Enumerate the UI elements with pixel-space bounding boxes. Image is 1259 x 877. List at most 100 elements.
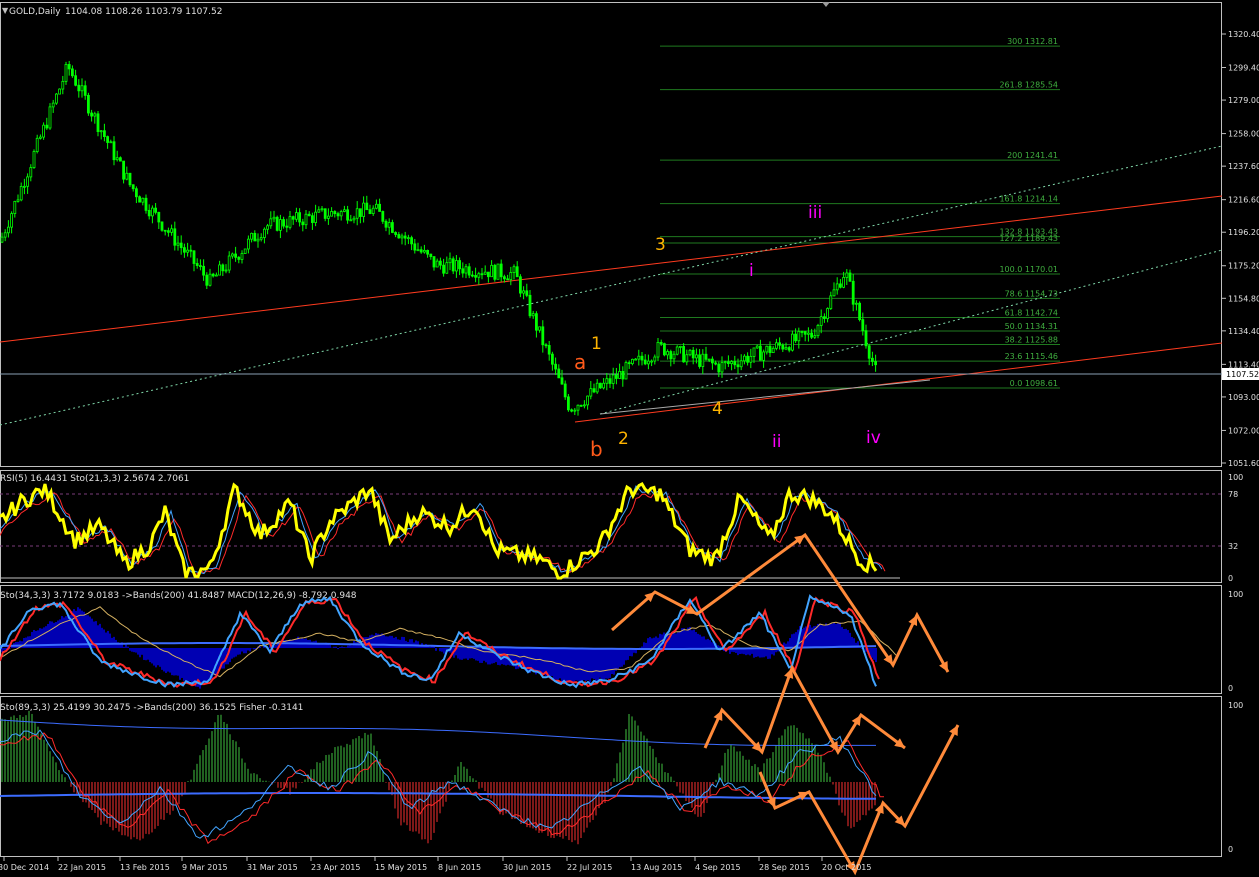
candle-body — [13, 200, 17, 214]
time-axis-label: 22 Jul 2015 — [567, 863, 612, 872]
candle-body — [759, 345, 762, 361]
candle-body — [378, 203, 382, 212]
candle-body — [326, 215, 330, 219]
candle-body — [189, 249, 193, 252]
candle-body — [874, 361, 877, 366]
current-price-label: 1107.52 — [1226, 370, 1259, 379]
candle-body — [775, 342, 778, 349]
candle-body — [29, 167, 33, 178]
candle-body — [163, 229, 167, 232]
price-axis-label: 1175.20 — [1228, 262, 1259, 271]
candle-body — [134, 188, 138, 198]
candle-body — [794, 333, 797, 342]
candle-body — [339, 211, 343, 217]
candle-body — [464, 266, 468, 274]
candle-body — [499, 263, 503, 278]
fisher-axis-label: 0 — [1228, 845, 1233, 854]
candle-body — [810, 332, 813, 338]
candle-body — [765, 345, 769, 353]
candle-body — [365, 202, 369, 211]
candle-body — [438, 260, 442, 266]
candle-body — [583, 404, 586, 407]
candle-body — [147, 209, 151, 217]
time-axis-label: 8 Jun 2015 — [438, 863, 481, 872]
candle-body — [221, 264, 225, 272]
fisher-panel — [0, 696, 1222, 857]
wave-label-ii: ii — [772, 432, 781, 452]
candle-body — [599, 382, 602, 389]
time-axis-label: 4 Sep 2015 — [695, 863, 741, 872]
candle-body — [384, 220, 388, 228]
wave-label-1: 1 — [591, 334, 602, 354]
candle-body — [579, 404, 583, 407]
candle-body — [643, 359, 647, 365]
candle-body — [250, 232, 254, 240]
candle-body — [381, 211, 385, 222]
candle-body — [243, 248, 247, 254]
candle-body — [778, 342, 781, 346]
candle-body — [55, 93, 58, 104]
candle-body — [80, 85, 84, 92]
candle-body — [109, 141, 113, 144]
candle-body — [835, 283, 839, 291]
candle-body — [58, 88, 61, 95]
candle-body — [797, 331, 801, 342]
candle-body — [685, 354, 689, 363]
candle-body — [752, 347, 756, 357]
candle-body — [170, 228, 174, 233]
candle-body — [538, 326, 541, 331]
candle-body — [330, 211, 334, 217]
candle-body — [128, 172, 132, 186]
candle-body — [195, 263, 199, 266]
candle-body — [394, 232, 398, 235]
candle-body — [224, 269, 228, 272]
candle-body — [179, 242, 183, 249]
price-axis-label: 1237.60 — [1228, 162, 1259, 171]
candle-body — [669, 351, 673, 360]
chart-terminal: ▼ GOLD,Daily 1104.08 1108.26 1103.79 110… — [0, 0, 1259, 877]
wave-label-b: b — [590, 437, 603, 461]
candle-body — [666, 351, 669, 356]
candle-body — [650, 360, 653, 363]
candle-body — [141, 197, 145, 203]
candle-body — [819, 316, 823, 326]
candle-body — [211, 273, 215, 277]
candle-body — [288, 216, 292, 228]
fisher-axis: 100 0 — [1228, 701, 1243, 854]
candle-body — [122, 160, 125, 180]
candle-body — [16, 199, 20, 202]
candle-body — [791, 333, 794, 351]
time-axis: 30 Dec 2014 22 Jan 2015 13 Feb 2015 9 Mar 2… — [0, 857, 871, 872]
candle-body — [733, 361, 737, 366]
wave-label-4: 4 — [712, 399, 723, 419]
candle-body — [35, 137, 39, 152]
candle-body — [61, 80, 65, 90]
candle-body — [422, 250, 426, 253]
candle-body — [125, 172, 129, 180]
candle-body — [403, 235, 407, 239]
candle-body — [294, 212, 298, 220]
dropdown-arrow-icon[interactable]: ▼ — [2, 6, 9, 15]
candle-body — [695, 354, 698, 359]
candle-body — [541, 326, 545, 346]
time-axis-label: 28 Sep 2015 — [759, 863, 810, 872]
candle-body — [640, 355, 644, 361]
candle-body — [307, 213, 311, 217]
candle-body — [720, 362, 724, 373]
candle-body — [298, 212, 302, 223]
candle-body — [723, 361, 727, 364]
candle-body — [816, 325, 820, 337]
fib-label: 0.0 1098.61 — [1010, 379, 1058, 388]
candle-body — [285, 225, 289, 228]
candle-body — [627, 362, 631, 365]
fib-label: 261.8 1285.54 — [999, 81, 1058, 90]
candle-body — [672, 353, 676, 360]
candle-body — [608, 378, 612, 384]
candle-body — [781, 344, 785, 350]
fib-label: 127.2 1189.43 — [999, 234, 1058, 243]
wave-label-iii: iii — [808, 203, 822, 223]
candle-body — [602, 382, 605, 389]
candle-body — [755, 345, 759, 349]
candle-body — [544, 344, 548, 347]
wave-label-i: i — [749, 261, 754, 281]
